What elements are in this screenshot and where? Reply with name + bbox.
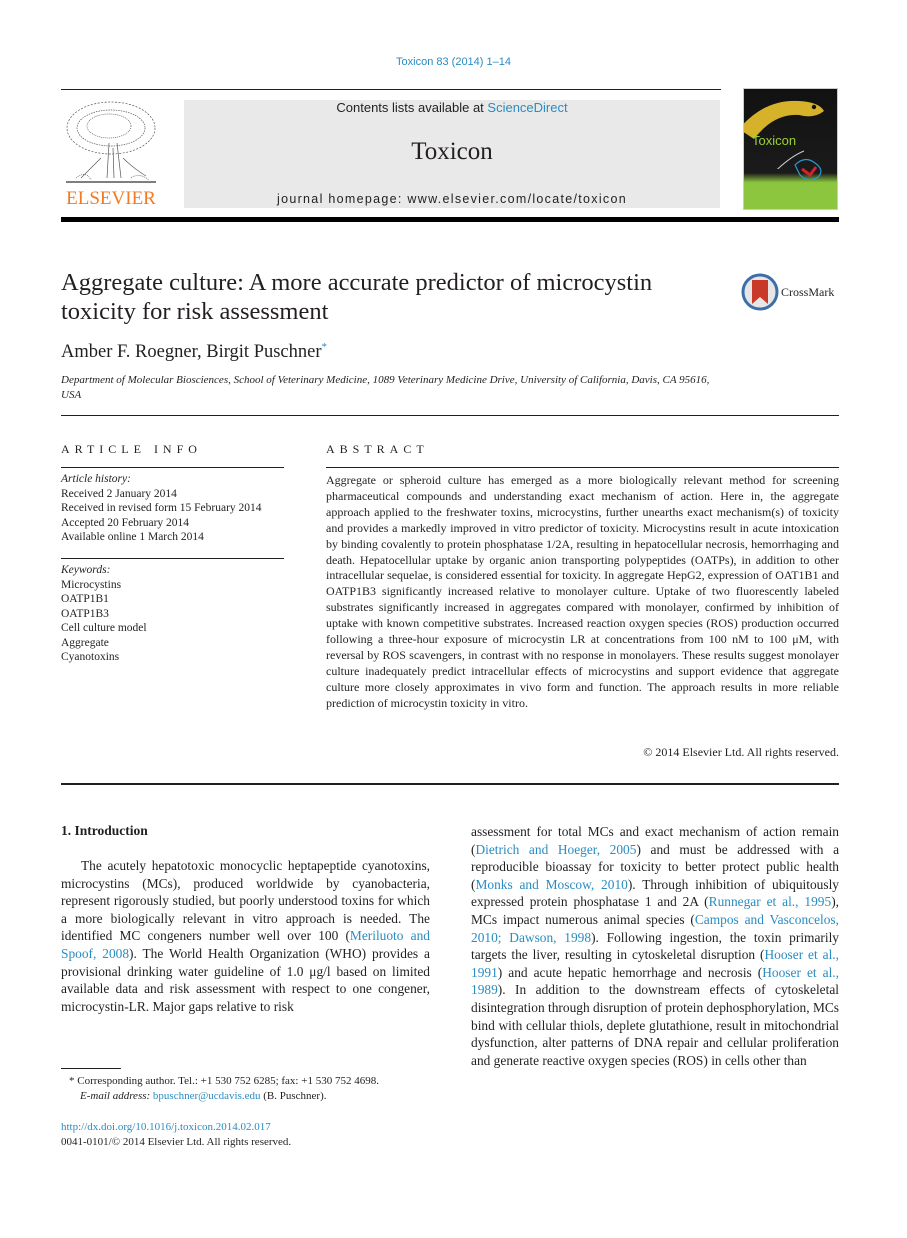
citation-link[interactable]: Monks and Moscow, 2010	[475, 877, 627, 892]
crossmark-label: CrossMark	[781, 285, 835, 299]
keywords-label: Keywords:	[61, 564, 111, 576]
tree-icon	[66, 101, 156, 183]
abstract-heading: ABSTRACT	[326, 442, 429, 456]
journal-name: Toxicon	[411, 138, 493, 165]
keyword: Microcystins	[61, 578, 122, 591]
footnote: * Corresponding author. Tel.: +1 530 752…	[61, 1074, 441, 1104]
elsevier-wordmark: ELSEVIER	[66, 188, 156, 209]
divider	[61, 558, 284, 559]
contents-line: Contents lists available at ScienceDirec…	[184, 100, 720, 115]
article-title: Aggregate culture: A more accurate predi…	[61, 269, 653, 325]
footnote-corresponding: * Corresponding author. Tel.: +1 530 752…	[61, 1074, 441, 1089]
keyword: Cyanotoxins	[61, 651, 120, 663]
doi-link[interactable]: http://dx.doi.org/10.1016/j.toxicon.2014…	[61, 1120, 291, 1135]
journal-homepage[interactable]: journal homepage: www.elsevier.com/locat…	[184, 192, 720, 206]
header-thick-rule	[61, 217, 839, 222]
author-list: Amber F. Roegner, Birgit Puschner*	[61, 341, 327, 363]
divider	[326, 467, 839, 468]
affiliation: Department of Molecular Biosciences, Sch…	[61, 374, 710, 401]
issn-line: 0041-0101/© 2014 Elsevier Ltd. All right…	[61, 1136, 292, 1148]
keyword: OATP1B1	[61, 593, 109, 605]
molecule-icon	[794, 158, 822, 181]
keywords: Keywords: Microcystins OATP1B1 OATP1B3 C…	[61, 563, 291, 665]
article-info-heading: ARTICLE INFO	[61, 442, 202, 456]
journal-reference-link[interactable]: Toxicon 83 (2014) 1–14	[0, 56, 907, 68]
doi-block: http://dx.doi.org/10.1016/j.toxicon.2014…	[61, 1120, 291, 1150]
keyword: Aggregate	[61, 636, 109, 649]
section-heading-introduction: 1. Introduction	[61, 823, 148, 838]
history-item: Accepted 20 February 2014	[61, 516, 190, 529]
header-top-rule	[61, 89, 721, 90]
authors: Amber F. Roegner, Birgit Puschner	[61, 342, 322, 363]
corresponding-text: Corresponding author. Tel.: +1 530 752 6…	[77, 1075, 379, 1087]
corresponding-author-mark[interactable]: *	[322, 341, 328, 353]
keyword: Cell culture model	[61, 622, 147, 634]
article-history: Article history: Received 2 January 2014…	[61, 472, 291, 545]
history-label: Article history:	[61, 473, 131, 485]
history-item: Received 2 January 2014	[61, 487, 177, 500]
body-text: ). In addition to the downstream effects…	[471, 982, 839, 1068]
crossmark-button[interactable]: CrossMark	[741, 273, 841, 313]
email-label: E-mail address:	[80, 1090, 151, 1102]
divider	[61, 783, 839, 785]
contents-prefix: Contents lists available at	[336, 100, 488, 115]
citation-link[interactable]: Runnegar et al., 1995	[709, 894, 832, 909]
introduction-column-1: The acutely hepatotoxic monocyclic hepta…	[61, 857, 430, 1015]
citation-link[interactable]: Dietrich and Hoeger, 2005	[475, 842, 636, 857]
history-item: Available online 1 March 2014	[61, 531, 204, 543]
email-suffix: (B. Puschner).	[260, 1090, 327, 1102]
abstract-copyright: © 2014 Elsevier Ltd. All rights reserved…	[643, 745, 839, 759]
footnote-email: E-mail address: bpuschner@ucdavis.edu (B…	[61, 1089, 441, 1104]
abstract-text: Aggregate or spheroid culture has emerge…	[326, 473, 839, 710]
body-text: ) and acute hepatic hemorrhage and necro…	[497, 964, 763, 980]
sciencedirect-link[interactable]: ScienceDirect	[487, 100, 567, 115]
footnote-mark: *	[69, 1075, 75, 1087]
keyword: OATP1B3	[61, 607, 109, 620]
footnote-rule	[61, 1068, 121, 1069]
history-item: Received in revised form 15 February 201…	[61, 502, 262, 514]
introduction-column-2: assessment for total MCs and exact mecha…	[471, 823, 839, 1069]
cover-title: Toxicon	[752, 133, 797, 148]
journal-cover-image[interactable]: Toxicon	[743, 88, 838, 210]
elsevier-logo[interactable]: ELSEVIER	[61, 98, 161, 210]
divider	[61, 467, 284, 468]
email-link[interactable]: bpuschner@ucdavis.edu	[153, 1090, 261, 1102]
divider	[61, 415, 839, 416]
crossmark-icon	[741, 273, 779, 311]
